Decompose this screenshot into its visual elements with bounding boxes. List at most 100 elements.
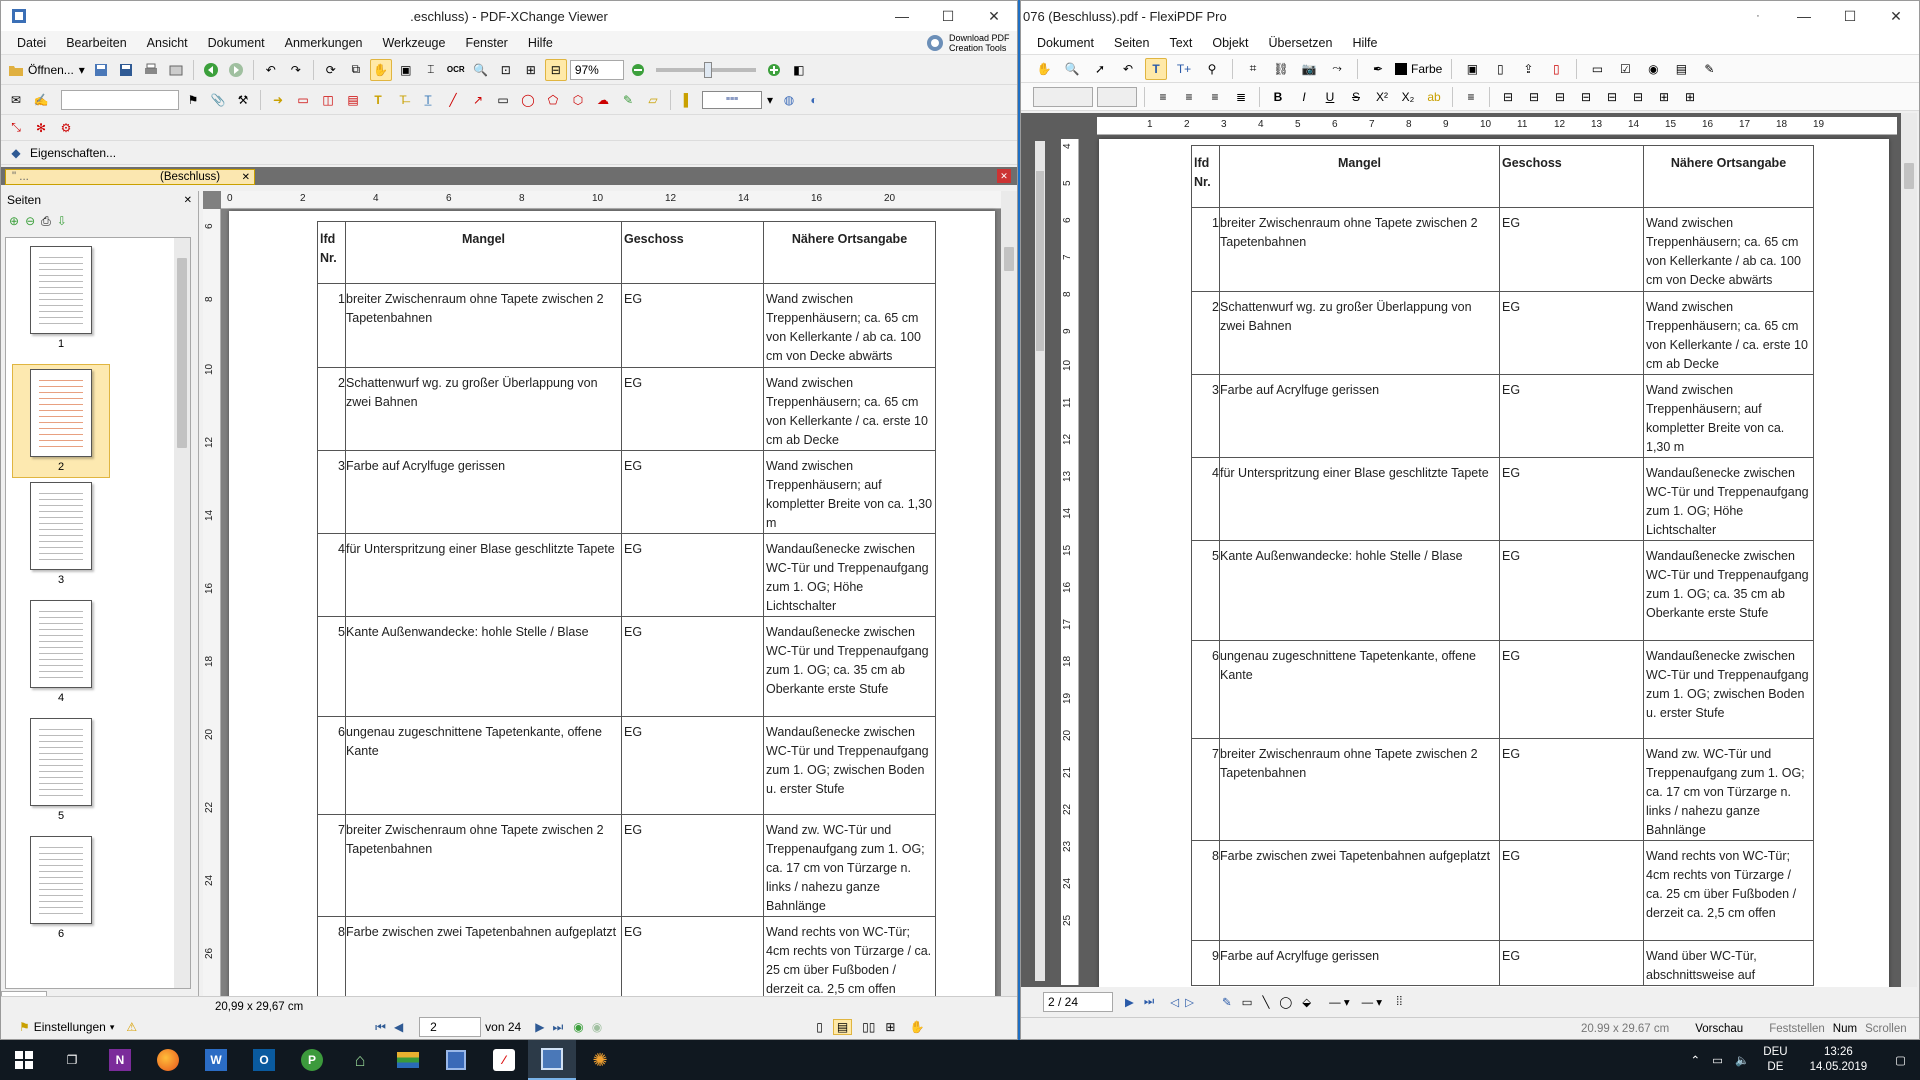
fx-line-icon[interactable]: ╲ <box>1262 995 1269 1009</box>
thumbnail-scrollbar[interactable] <box>174 238 190 988</box>
print-icon[interactable] <box>140 59 162 81</box>
attach-icon[interactable]: 📎 <box>207 89 229 111</box>
fx-doc-scrollbar[interactable] <box>1901 113 1917 987</box>
save-icon[interactable] <box>90 59 112 81</box>
network-icon[interactable]: ▭ <box>1706 1053 1729 1067</box>
email-icon[interactable] <box>165 59 187 81</box>
fx-minimize-button[interactable]: — <box>1781 1 1827 31</box>
fx-delete-page-icon[interactable]: ▯ <box>1545 58 1567 80</box>
open-button[interactable]: Öffnen... <box>28 63 74 77</box>
eraser-icon[interactable]: ▱ <box>642 89 664 111</box>
stack-icon[interactable] <box>384 1040 432 1080</box>
fx-back-icon[interactable]: ◁ <box>1170 995 1179 1009</box>
notification-icon[interactable]: ▢ <box>1881 1053 1920 1067</box>
fx-camera-icon[interactable]: 📷 <box>1298 58 1320 80</box>
task-view-button[interactable]: ❐ <box>48 1040 96 1080</box>
fx-subscript-icon[interactable]: X₂ <box>1397 86 1419 108</box>
pxc-doc-scrollbar[interactable] <box>1001 191 1017 996</box>
fx-size-combo[interactable] <box>1097 86 1137 107</box>
fx-left-scroll-thumb[interactable] <box>1036 171 1044 351</box>
volume-icon[interactable]: 🔈 <box>1729 1053 1755 1067</box>
continuous-facing-icon[interactable]: ⊞ <box>885 1020 895 1034</box>
save-app-icon[interactable] <box>432 1040 480 1080</box>
page-thumbnail-5[interactable]: 5 <box>26 718 96 822</box>
fx-ellipse-icon[interactable]: ◯ <box>1279 995 1292 1009</box>
rotate-icon[interactable]: ⟳ <box>320 59 342 81</box>
fx-menu-2[interactable]: Text <box>1159 31 1202 55</box>
clock[interactable]: 13:26 14.05.2019 <box>1796 1045 1882 1075</box>
pxc-titlebar[interactable]: .eschluss) - PDF-XChange Viewer — ☐ ✕ <box>1 1 1017 31</box>
settings-button[interactable]: Einstellungen <box>34 1020 106 1034</box>
fx-arrange-6-icon[interactable]: ⊟ <box>1627 86 1649 108</box>
start-button[interactable] <box>0 1040 48 1080</box>
prev-page-icon[interactable]: ◀ <box>394 1020 403 1034</box>
fx-grid-icon[interactable]: ⁞⁞ <box>1396 996 1402 1008</box>
fx-font-combo[interactable] <box>1033 86 1093 107</box>
document-tab[interactable]: " ... (Beschluss) ✕ <box>5 169 255 185</box>
fx-checkbox-icon[interactable]: ☑ <box>1614 58 1636 80</box>
properties-button[interactable]: Eigenschaften... <box>30 146 116 160</box>
open-icon[interactable] <box>5 59 27 81</box>
history-forward-icon[interactable]: ◉ <box>592 1020 602 1034</box>
fx-next-page-icon[interactable]: ▶ <box>1125 995 1134 1009</box>
zoom-out-icon[interactable] <box>627 59 649 81</box>
fx-page-indicator[interactable]: 2 / 24 <box>1043 992 1113 1012</box>
comments-icon[interactable]: ✉ <box>5 89 27 111</box>
rectangle-icon[interactable]: ▭ <box>492 89 514 111</box>
fx-export-icon[interactable]: ⇪ <box>1517 58 1539 80</box>
warning-icon[interactable]: ⚠ <box>126 1020 137 1034</box>
highlight-icon[interactable]: ▌ <box>677 89 699 111</box>
callout-icon[interactable]: ◫ <box>317 89 339 111</box>
fx-line-style-icon[interactable]: — ▾ <box>1329 995 1349 1009</box>
fx-zoom-icon[interactable]: 🔍 <box>1061 58 1083 80</box>
fx-underline-icon[interactable]: U <box>1319 86 1341 108</box>
fx-menu-3[interactable]: Objekt <box>1202 31 1258 55</box>
last-page-icon[interactable]: ⏭ <box>552 1020 563 1035</box>
fx-undo-icon[interactable]: ↶ <box>1117 58 1139 80</box>
fx-text-tool-icon[interactable]: T <box>1145 57 1167 80</box>
thumb-print-icon[interactable]: ⎙ <box>41 214 51 229</box>
fx-rect-icon[interactable]: ▭ <box>1242 995 1253 1009</box>
tray-chevron-icon[interactable]: ⌃ <box>1684 1053 1706 1067</box>
page-thumbnail-2[interactable]: 2 <box>12 364 110 478</box>
fx-arrange-1-icon[interactable]: ⊟ <box>1497 86 1519 108</box>
fx-list-icon[interactable]: ▤ <box>1670 58 1692 80</box>
fit-width-icon[interactable]: ⊟ <box>544 58 567 81</box>
outlook-icon[interactable]: O <box>240 1040 288 1080</box>
layers-icon[interactable]: ◧ <box>788 59 810 81</box>
typewriter-icon[interactable]: T <box>367 89 389 111</box>
gear-red-icon[interactable]: ✻ <box>30 117 52 139</box>
thumb-insert-icon[interactable]: ⇩ <box>57 214 67 228</box>
tools-icon[interactable]: ⚒ <box>232 89 254 111</box>
fx-close-button[interactable]: ✕ <box>1873 1 1919 31</box>
fx-highlight-icon[interactable]: ab <box>1423 86 1445 108</box>
pentagon-icon[interactable]: ⬡ <box>567 89 589 111</box>
thumb-zoom-out-icon[interactable]: ⊖ <box>25 214 35 228</box>
page-thumbnail-3[interactable]: 3 <box>26 482 96 586</box>
forward-icon[interactable] <box>225 59 247 81</box>
font-combo[interactable] <box>61 89 179 110</box>
undo-icon[interactable]: ↶ <box>260 59 282 81</box>
fx-field-icon[interactable]: ▭ <box>1586 58 1608 80</box>
underline-icon[interactable]: T̲ <box>417 89 439 111</box>
fx-page-icon[interactable]: ▯ <box>1489 58 1511 80</box>
zoom-combo[interactable]: 97% <box>569 59 624 80</box>
settings-red-icon[interactable]: ⚙ <box>55 117 77 139</box>
zoom-in-icon[interactable] <box>763 59 785 81</box>
single-page-icon[interactable]: ▯ <box>816 1020 823 1034</box>
fx-select-icon[interactable]: ➚ <box>1089 58 1111 80</box>
pxc-menu-0[interactable]: Datei <box>7 31 56 55</box>
facing-icon[interactable]: ▯▯ <box>862 1020 875 1034</box>
pxc-app-icon[interactable] <box>11 8 27 24</box>
note-icon[interactable]: ▭ <box>292 89 314 111</box>
fx-bold-icon[interactable]: B <box>1267 86 1289 108</box>
stamp-icon[interactable]: ⚑ <box>182 89 204 111</box>
strikeout-icon[interactable]: T̶ <box>392 89 414 111</box>
fx-last-page-icon[interactable]: ⏭ <box>1144 996 1154 1009</box>
fx-eyedropper-icon[interactable]: ✒ <box>1367 58 1389 80</box>
fx-strike-icon[interactable]: S <box>1345 86 1367 108</box>
fx-maximize-button[interactable]: ☐ <box>1827 1 1873 31</box>
firefox-icon[interactable] <box>144 1040 192 1080</box>
thumb-zoom-in-icon[interactable]: ⊕ <box>9 214 19 228</box>
fx-frame-icon[interactable]: ▣ <box>1461 58 1483 80</box>
